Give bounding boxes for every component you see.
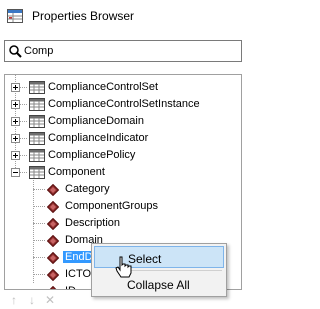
tree-child-node[interactable]: Category bbox=[5, 181, 241, 198]
tree-node-label: ComplianceControlSetInstance bbox=[48, 98, 200, 110]
tree-node[interactable]: ComplianceControlSetInstance bbox=[5, 96, 241, 113]
tree-node-label: Category bbox=[65, 183, 110, 195]
menu-separator bbox=[122, 270, 222, 271]
tree-node-label: ComplianceIndicator bbox=[48, 132, 149, 144]
tree-node-label: CompliancePolicy bbox=[48, 149, 136, 161]
tree-node[interactable]: CompliancePolicy bbox=[5, 147, 241, 164]
expand-icon[interactable] bbox=[11, 117, 20, 126]
property-icon bbox=[47, 252, 59, 264]
table-icon bbox=[29, 115, 45, 128]
properties-browser-icon bbox=[7, 9, 23, 23]
search-box[interactable] bbox=[4, 40, 242, 62]
tree-node[interactable]: ComplianceControlSet bbox=[5, 79, 241, 96]
expand-icon[interactable] bbox=[11, 151, 20, 160]
menu-item-label: Collapse All bbox=[127, 278, 190, 292]
window-title: Properties Browser bbox=[32, 9, 135, 23]
property-icon bbox=[47, 184, 59, 196]
tree-node-label: Component bbox=[48, 166, 105, 178]
tree-child-node[interactable]: ComponentGroups bbox=[5, 198, 241, 215]
expand-icon[interactable] bbox=[11, 100, 20, 109]
tree-node-label: Description bbox=[65, 217, 121, 229]
property-icon bbox=[47, 269, 59, 281]
tree-node[interactable]: ComplianceDomain bbox=[5, 113, 241, 130]
title-bar: Properties Browser bbox=[0, 0, 246, 32]
expand-icon[interactable] bbox=[11, 134, 20, 143]
table-icon bbox=[29, 132, 45, 145]
tree-child-node[interactable]: Description bbox=[5, 215, 241, 232]
up-arrow-icon[interactable]: ↑ bbox=[8, 293, 20, 307]
table-icon bbox=[29, 166, 45, 179]
tree-node[interactable]: ComplianceIndicator bbox=[5, 130, 241, 147]
close-icon[interactable]: ✕ bbox=[44, 293, 56, 307]
property-icon bbox=[47, 235, 59, 247]
tree-node-label: ComponentGroups bbox=[65, 200, 158, 212]
table-icon bbox=[29, 98, 45, 111]
down-arrow-icon[interactable]: ↓ bbox=[26, 293, 38, 307]
expand-icon[interactable] bbox=[11, 83, 20, 92]
property-icon bbox=[47, 218, 59, 230]
tree-node-label: ICTO bbox=[65, 268, 92, 280]
tree-node-label: EndD bbox=[63, 251, 95, 263]
search-input[interactable] bbox=[24, 42, 238, 60]
hand-cursor-icon bbox=[115, 256, 132, 278]
tree-node-label: ComplianceControlSet bbox=[48, 81, 159, 93]
table-icon bbox=[29, 81, 45, 94]
search-icon bbox=[9, 45, 22, 58]
property-icon bbox=[47, 201, 59, 213]
table-icon bbox=[29, 149, 45, 162]
collapse-icon[interactable] bbox=[11, 168, 20, 177]
tree-node-expanded[interactable]: Component bbox=[5, 164, 241, 181]
tree-node-label: ComplianceDomain bbox=[48, 115, 144, 127]
context-menu: Select Collapse All bbox=[91, 243, 227, 297]
